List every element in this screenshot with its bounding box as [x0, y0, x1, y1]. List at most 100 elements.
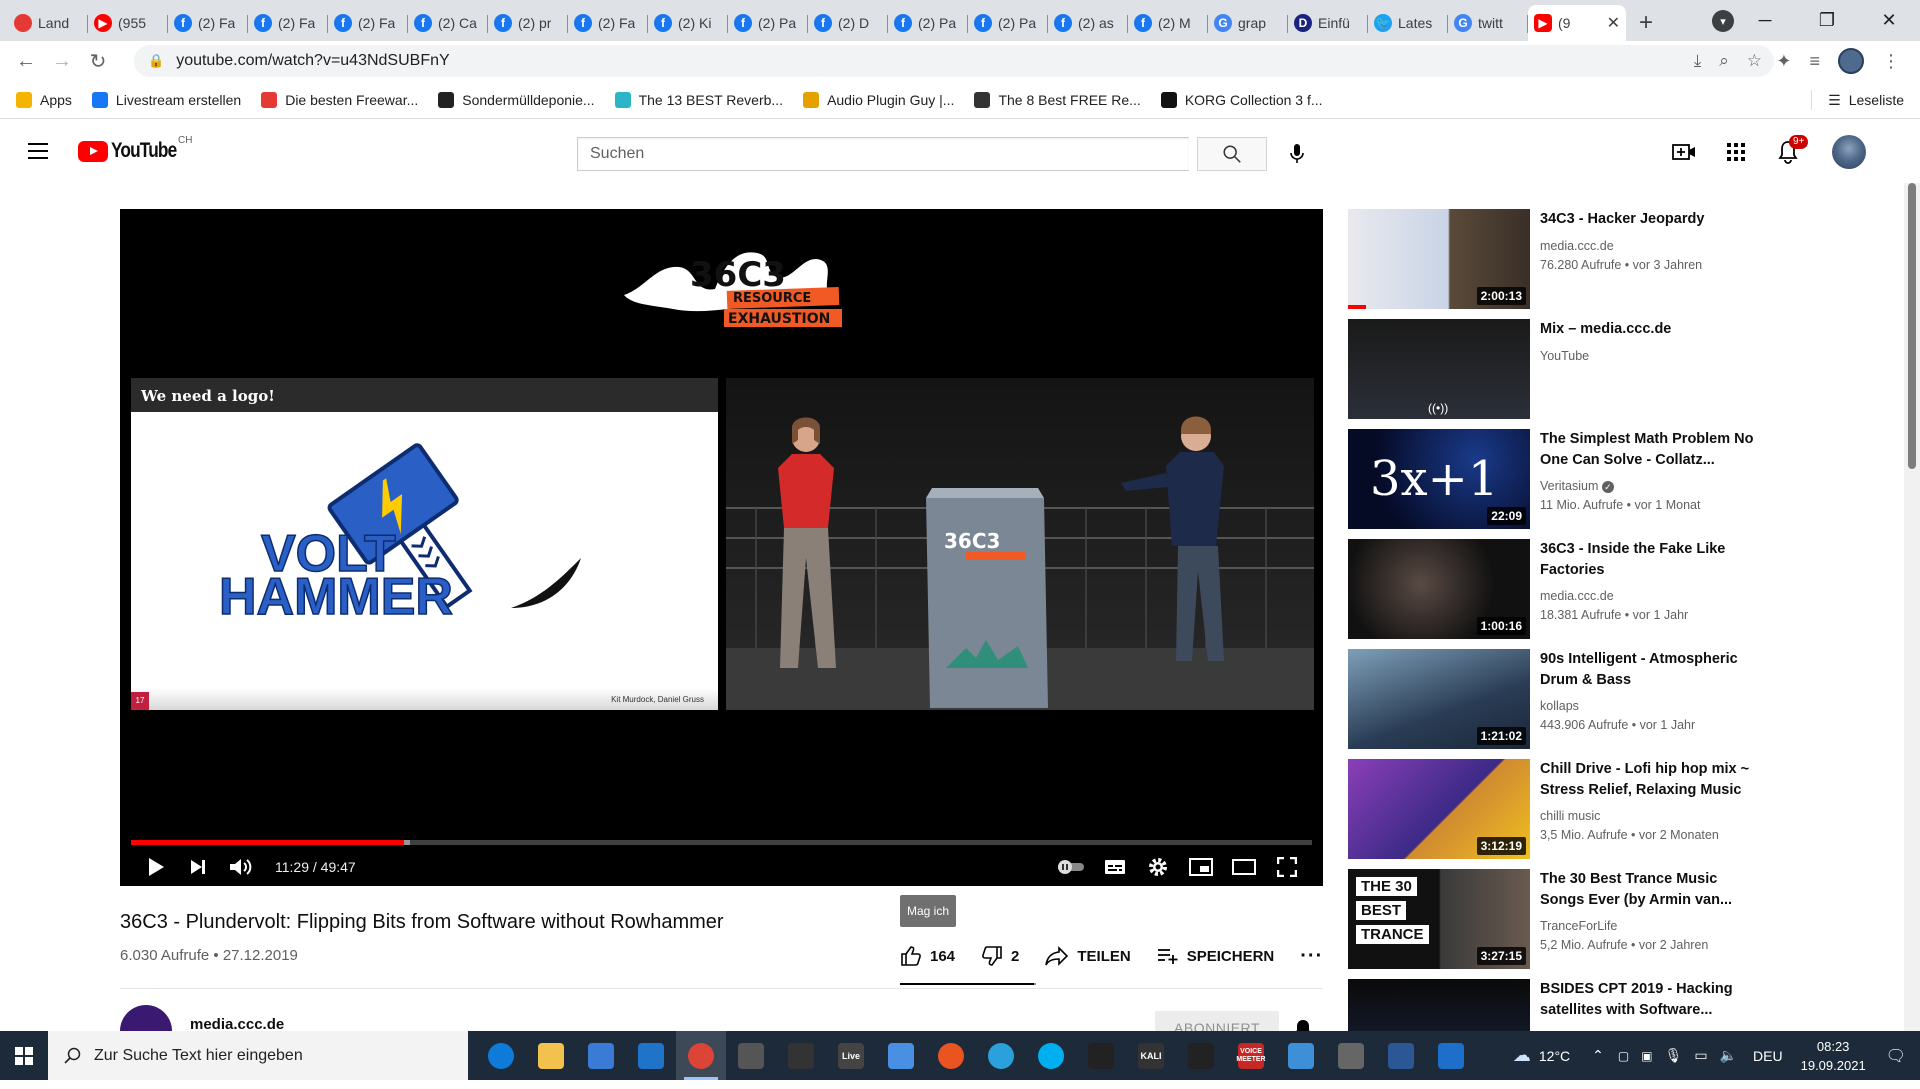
video-thumbnail[interactable]: 3x+1 22:09: [1348, 429, 1530, 529]
forward-arrow-icon[interactable]: →: [44, 50, 80, 73]
taskbar-app-chrome[interactable]: [676, 1031, 726, 1080]
video-thumbnail[interactable]: 3:12:19: [1348, 759, 1530, 859]
browser-tab[interactable]: ▶ (955: [88, 5, 168, 41]
browser-tab[interactable]: f (2) Fa: [248, 5, 328, 41]
taskbar-app-app13[interactable]: [1076, 1031, 1126, 1080]
recommended-video[interactable]: 3:12:19 Chill Drive - Lofi hip hop mix ~ …: [1348, 759, 1868, 869]
browser-tab[interactable]: f (2) as: [1048, 5, 1128, 41]
bookmark-item[interactable]: KORG Collection 3 f...: [1160, 91, 1323, 108]
restore-button[interactable]: ❐: [1796, 0, 1858, 41]
browser-tab[interactable]: Ggrap: [1208, 5, 1288, 41]
video-thumbnail[interactable]: 1:00:16: [1348, 539, 1530, 639]
video-player[interactable]: 36C3 RESOURCE EXHAUSTION We need a logo!…: [120, 209, 1323, 886]
taskbar-app-skype[interactable]: [1026, 1031, 1076, 1080]
youtube-logo[interactable]: YouTube CH: [78, 135, 192, 163]
taskbar-app-app17[interactable]: [1276, 1031, 1326, 1080]
bookmark-item[interactable]: Audio Plugin Guy |...: [803, 91, 954, 108]
minimize-button[interactable]: ─: [1734, 0, 1796, 41]
browser-tab[interactable]: 🐦 Lates: [1368, 5, 1448, 41]
extensions-puzzle-icon[interactable]: ✦: [1776, 51, 1791, 72]
recommended-channel[interactable]: media.ccc.de: [1540, 589, 1614, 603]
browser-tab[interactable]: f (2) Pa: [728, 5, 808, 41]
browser-tab[interactable]: f (2) pr: [488, 5, 568, 41]
browser-tab[interactable]: f (2) Pa: [968, 5, 1048, 41]
taskbar-app-app7[interactable]: [776, 1031, 826, 1080]
speaker-icon[interactable]: 🔈: [1720, 1047, 1737, 1064]
start-button[interactable]: [0, 1031, 48, 1080]
recommended-title[interactable]: Chill Drive - Lofi hip hop mix ~ Stress …: [1540, 759, 1760, 801]
voice-search-button[interactable]: [1280, 137, 1314, 171]
browser-tab[interactable]: Gtwitt: [1448, 5, 1528, 41]
browser-tab[interactable]: f (2) D: [808, 5, 888, 41]
url-field[interactable]: 🔒 youtube.com/watch?v=u43NdSUBFnY ⤓ ⌕ ☆: [134, 45, 1774, 77]
new-tab-button[interactable]: +: [1626, 5, 1666, 41]
taskbar-app-app15[interactable]: [1176, 1031, 1226, 1080]
taskbar-app-mail[interactable]: [626, 1031, 676, 1080]
browser-tab[interactable]: f (2) Pa: [888, 5, 968, 41]
recommended-channel[interactable]: kollaps: [1540, 699, 1579, 713]
bookmark-item[interactable]: Die besten Freewar...: [261, 91, 418, 108]
reading-list[interactable]: ☰ Leseliste: [1811, 81, 1904, 119]
tray-icon-a[interactable]: ▢: [1618, 1049, 1629, 1063]
tray-overflow-icon[interactable]: ⌃: [1592, 1047, 1604, 1064]
taskbar-app-telegram[interactable]: [976, 1031, 1026, 1080]
recommended-title[interactable]: 90s Intelligent - Atmospheric Drum & Bas…: [1540, 649, 1760, 691]
dislike-button[interactable]: 2: [981, 945, 1019, 967]
browser-tab[interactable]: f (2) Fa: [168, 5, 248, 41]
play-button[interactable]: [142, 853, 170, 881]
back-arrow-icon[interactable]: ←: [8, 50, 44, 73]
lock-icon[interactable]: 🔒: [148, 53, 164, 69]
bookmark-star-icon[interactable]: ☆: [1747, 51, 1762, 71]
notification-center-icon[interactable]: 🗨: [1886, 1046, 1906, 1066]
taskbar-app-live[interactable]: Live: [826, 1031, 876, 1080]
like-button[interactable]: 164: [900, 945, 955, 967]
bookmark-item[interactable]: Livestream erstellen: [91, 91, 241, 108]
recommended-title[interactable]: Mix – media.ccc.de: [1540, 319, 1760, 340]
more-actions-button[interactable]: ···: [1300, 945, 1323, 968]
browser-tab[interactable]: f (2) Fa: [568, 5, 648, 41]
recommended-channel[interactable]: media.ccc.de: [1540, 239, 1614, 253]
scrollbar-thumb[interactable]: [1908, 183, 1916, 469]
taskbar-app-edge[interactable]: [476, 1031, 526, 1080]
taskbar-app-store[interactable]: [576, 1031, 626, 1080]
volume-button[interactable]: [226, 853, 254, 881]
notifications-bell-icon[interactable]: 9+: [1776, 135, 1809, 164]
next-button[interactable]: [184, 853, 212, 881]
recommended-video[interactable]: 1:21:02 90s Intelligent - Atmospheric Dru…: [1348, 649, 1868, 759]
taskbar-app-voicemeeter[interactable]: VOICE MEETER: [1226, 1031, 1276, 1080]
close-tab-icon[interactable]: ✕: [1607, 13, 1620, 33]
autoplay-toggle[interactable]: [1054, 853, 1088, 881]
video-thumbnail[interactable]: 2:00:13: [1348, 209, 1530, 309]
recommended-video[interactable]: 1:00:16 36C3 - Inside the Fake Like Facto…: [1348, 539, 1868, 649]
theater-mode-button[interactable]: [1230, 853, 1258, 881]
taskbar-app-ubuntu[interactable]: [926, 1031, 976, 1080]
browser-tab[interactable]: Land: [8, 5, 88, 41]
taskbar-app-app19[interactable]: [1376, 1031, 1426, 1080]
recommended-title[interactable]: 36C3 - Inside the Fake Like Factories: [1540, 539, 1760, 581]
recommended-title[interactable]: The Simplest Math Problem No One Can Sol…: [1540, 429, 1760, 471]
taskbar-app-app9[interactable]: [876, 1031, 926, 1080]
media-control-icon[interactable]: ≡: [1809, 51, 1820, 72]
create-video-icon[interactable]: [1672, 140, 1696, 164]
fullscreen-button[interactable]: [1273, 853, 1301, 881]
taskbar-app-app20[interactable]: [1426, 1031, 1476, 1080]
video-thumbnail[interactable]: ((•)): [1348, 319, 1530, 419]
video-thumbnail[interactable]: THE 30 BEST TRANCE 3:27:15: [1348, 869, 1530, 969]
search-input[interactable]: Suchen: [577, 137, 1189, 171]
browser-tab[interactable]: f (2) M: [1128, 5, 1208, 41]
bookmark-item[interactable]: The 8 Best FREE Re...: [974, 91, 1141, 108]
install-icon[interactable]: ⤓: [1694, 51, 1702, 71]
progress-bar[interactable]: [131, 840, 1312, 845]
browser-menu-icon[interactable]: ⋮: [1882, 51, 1900, 72]
browser-tab[interactable]: f (2) Ki: [648, 5, 728, 41]
recommended-video[interactable]: ((•)) Mix – media.ccc.de YouTube: [1348, 319, 1868, 429]
recommended-channel[interactable]: Veritasium ✓: [1540, 479, 1614, 493]
taskbar-app-kali[interactable]: KALI: [1126, 1031, 1176, 1080]
taskbar-app-app18[interactable]: [1326, 1031, 1376, 1080]
tray-icon-b[interactable]: ▣: [1641, 1049, 1652, 1063]
close-window-button[interactable]: ✕: [1858, 0, 1920, 41]
save-button[interactable]: SPEICHERN: [1157, 947, 1274, 965]
recommended-title[interactable]: 34C3 - Hacker Jeopardy: [1540, 209, 1760, 230]
recommended-video[interactable]: THE 30 BEST TRANCE 3:27:15 The 30 Best Tranc…: [1348, 869, 1868, 979]
user-avatar[interactable]: [1832, 135, 1866, 169]
